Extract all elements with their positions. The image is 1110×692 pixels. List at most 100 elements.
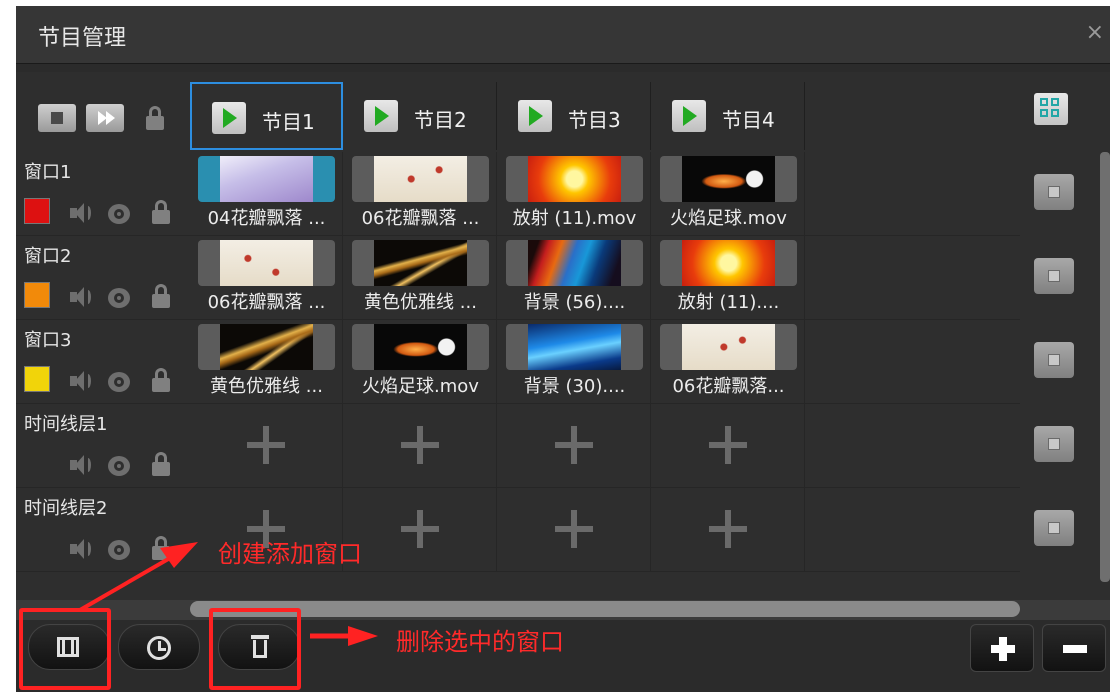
clip-thumbnail[interactable] (352, 324, 489, 370)
annotation-highlight-delete (209, 608, 301, 690)
speaker-icon[interactable] (70, 454, 92, 476)
clip-thumbnail[interactable] (660, 156, 797, 202)
clip-cell[interactable]: 火焰足球.mov (344, 320, 497, 404)
stop-icon (1048, 438, 1060, 450)
empty-cell[interactable] (652, 488, 805, 572)
play-icon[interactable] (518, 100, 552, 132)
clip-thumbnail[interactable] (660, 324, 797, 370)
lock-icon[interactable] (146, 106, 164, 130)
layer-row-window-2: 窗口2 06花瓣飘落 ... 黄色优雅线 ... 背景 (56).... 放射 … (16, 236, 1074, 320)
eye-icon[interactable] (108, 456, 130, 476)
clip-cell[interactable]: 背景 (30).... (498, 320, 651, 404)
clip-label: 背景 (30).... (523, 376, 626, 397)
clip-cell[interactable]: 背景 (56).... (498, 236, 651, 320)
clip-cell[interactable]: 火焰足球.mov (652, 152, 805, 236)
add-program-button[interactable] (970, 624, 1034, 672)
program-tab-4[interactable]: 节目4 (652, 82, 805, 150)
clip-thumbnail[interactable] (352, 240, 489, 286)
clip-label: 放射 (11).... (677, 292, 780, 313)
layout-grid-button[interactable] (1034, 93, 1068, 125)
clip-thumbnail[interactable] (198, 156, 335, 202)
clip-cell[interactable]: 06花瓣飘落 ... (344, 152, 497, 236)
program-tab-2[interactable]: 节目2 (344, 82, 497, 150)
add-clip-icon[interactable] (401, 426, 439, 464)
play-icon[interactable] (364, 100, 398, 132)
clip-cell[interactable]: 06花瓣飘落 ... (190, 236, 343, 320)
eye-icon[interactable] (108, 204, 130, 224)
eye-icon[interactable] (108, 540, 130, 560)
eye-icon[interactable] (108, 372, 130, 392)
speaker-icon[interactable] (70, 538, 92, 560)
lock-icon[interactable] (152, 536, 170, 560)
lock-icon[interactable] (152, 284, 170, 308)
layer-stop-button[interactable] (1034, 510, 1074, 546)
add-clip-icon[interactable] (555, 426, 593, 464)
close-button[interactable]: × (1086, 20, 1104, 45)
empty-cell[interactable] (190, 404, 343, 488)
clip-cell[interactable]: 放射 (11).... (652, 236, 805, 320)
clip-thumbnail[interactable] (660, 240, 797, 286)
remove-program-button[interactable] (1042, 624, 1106, 672)
clip-cell[interactable]: 放射 (11).mov (498, 152, 651, 236)
add-clip-icon[interactable] (709, 426, 747, 464)
vertical-scrollbar[interactable] (1100, 152, 1110, 582)
clip-cell[interactable]: 06花瓣飘落... (652, 320, 805, 404)
speaker-icon[interactable] (70, 370, 92, 392)
clip-cell[interactable]: 04花瓣飘落 ... (190, 152, 343, 236)
layer-row-timeline-2: 时间线层2 (16, 488, 1074, 572)
layer-row-window-1: 窗口1 04花瓣飘落 ... 06花瓣飘落 ... 放射 (11).mov 火焰… (16, 152, 1074, 236)
layer-stop-button[interactable] (1034, 258, 1074, 294)
layer-label: 窗口1 (24, 162, 72, 183)
clip-label: 06花瓣飘落 ... (361, 208, 480, 229)
clip-cell[interactable]: 黄色优雅线 ... (344, 236, 497, 320)
program-tab-1[interactable]: 节目1 (190, 82, 343, 150)
empty-cell[interactable] (344, 488, 497, 572)
clip-thumbnail[interactable] (506, 324, 643, 370)
stop-icon (1048, 270, 1060, 282)
clip-label: 04花瓣飘落 ... (207, 208, 326, 229)
empty-cell[interactable] (498, 488, 651, 572)
clip-label: 06花瓣飘落 ... (207, 292, 326, 313)
next-button[interactable] (86, 104, 124, 132)
clip-thumbnail[interactable] (506, 156, 643, 202)
eye-icon[interactable] (108, 288, 130, 308)
layer-row-timeline-1: 时间线层1 (16, 404, 1074, 488)
layer-row-window-3: 窗口3 黄色优雅线 ... 火焰足球.mov 背景 (30).... 06花瓣飘… (16, 320, 1074, 404)
layer-color-swatch[interactable] (24, 198, 50, 224)
layer-stop-button[interactable] (1034, 426, 1074, 462)
add-clip-icon[interactable] (401, 510, 439, 548)
add-clip-icon[interactable] (247, 426, 285, 464)
layer-stop-button[interactable] (1034, 174, 1074, 210)
empty-cell[interactable] (344, 404, 497, 488)
layer-label: 窗口3 (24, 330, 72, 351)
clip-label: 放射 (11).mov (512, 208, 637, 229)
horizontal-scrollbar-thumb[interactable] (190, 601, 1020, 617)
clip-thumbnail[interactable] (352, 156, 489, 202)
layer-label: 时间线层1 (24, 414, 108, 435)
empty-cell[interactable] (652, 404, 805, 488)
layer-color-swatch[interactable] (24, 282, 50, 308)
add-timeline-button[interactable] (118, 624, 200, 670)
add-clip-icon[interactable] (555, 510, 593, 548)
play-icon[interactable] (672, 100, 706, 132)
lock-icon[interactable] (152, 368, 170, 392)
clip-thumbnail[interactable] (198, 324, 335, 370)
layer-label: 时间线层2 (24, 498, 108, 519)
layer-color-swatch[interactable] (24, 366, 50, 392)
program-tab-3[interactable]: 节目3 (498, 82, 651, 150)
lock-icon[interactable] (152, 200, 170, 224)
stop-all-button[interactable] (38, 104, 76, 132)
play-icon[interactable] (212, 102, 246, 134)
window-title: 节目管理 (38, 26, 127, 51)
clip-cell[interactable]: 黄色优雅线 ... (190, 320, 343, 404)
annotation-delete-window: 删除选中的窗口 (396, 628, 564, 656)
speaker-icon[interactable] (70, 286, 92, 308)
layer-stop-button[interactable] (1034, 342, 1074, 378)
empty-cell[interactable] (498, 404, 651, 488)
stop-icon (1048, 522, 1060, 534)
clip-thumbnail[interactable] (506, 240, 643, 286)
clip-thumbnail[interactable] (198, 240, 335, 286)
lock-icon[interactable] (152, 452, 170, 476)
speaker-icon[interactable] (70, 202, 92, 224)
add-clip-icon[interactable] (709, 510, 747, 548)
